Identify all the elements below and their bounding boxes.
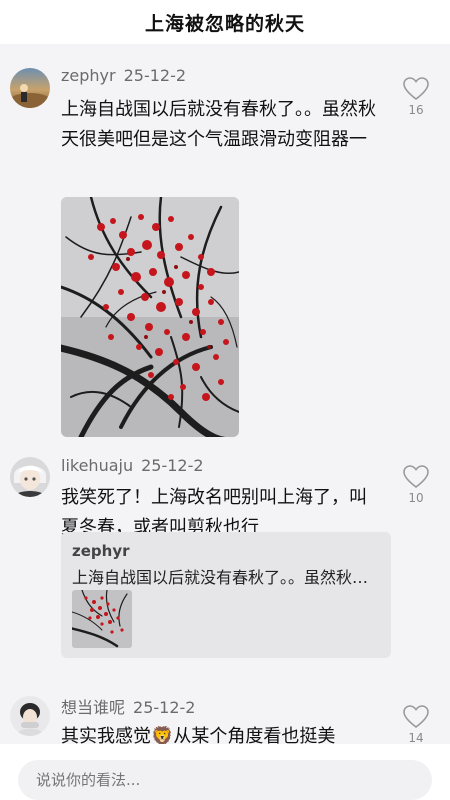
username[interactable]: 想当谁呢 [61,698,125,717]
avatar[interactable] [10,68,50,108]
avatar[interactable] [10,457,50,497]
comment-item: 想当谁呢 25-12-2 其实我感觉🦁从某个角度看也挺美 14 [0,694,450,744]
comment-text: 上海自战国以后就没有春秋了。。虽然秋天很美吧但是这个气温跟滑动变阻器一样，每天都… [61,99,376,150]
comment-date: 25-12-2 [133,698,196,717]
comment-meta: likehuaju 25-12-2 [61,456,204,475]
heart-icon [403,705,429,729]
comment-item: zephyr 25-12-2 上海自战国以后就没有春秋了。。虽然秋天很美吧但是这个… [0,44,450,444]
comment-meta: zephyr 25-12-2 [61,66,186,85]
quoted-text: 上海自战国以后就没有春秋了。。虽然秋天很美吧但是这个气温跟滑动变阻器一样 [72,568,382,587]
comment-meta: 想当谁呢 25-12-2 [61,694,195,718]
comment-text-part: 从某个角度看也挺美 [173,726,336,744]
comment-feed[interactable]: zephyr 25-12-2 上海自战国以后就没有春秋了。。虽然秋天很美吧但是这个… [0,44,450,744]
comment-input[interactable] [18,760,432,800]
comment-item: likehuaju 25-12-2 我笑死了！上海改名吧别叫上海了，叫夏冬春，或者… [0,444,450,694]
heart-icon [403,465,429,489]
avatar[interactable] [10,696,50,736]
username[interactable]: likehuaju [61,456,133,475]
comment-text-part: 其实我感觉 [61,726,151,744]
comment-date: 25-12-2 [141,456,204,475]
page-title: 上海被忽略的秋天 [144,12,305,35]
like-button[interactable]: 10 [400,465,432,505]
comment-date: 25-12-2 [123,66,187,85]
page-header: 上海被忽略的秋天 [0,0,450,44]
heart-icon [403,77,429,101]
like-count: 14 [408,731,424,744]
comment-text: 其实我感觉🦁从某个角度看也挺美 [61,722,381,744]
lion-emoji-icon: 🦁 [151,726,174,744]
quoted-comment[interactable]: zephyr 上海自战国以后就没有春秋了。。虽然秋天很美吧但是这个气温跟滑动变阻… [61,532,391,658]
like-count: 10 [408,491,424,505]
like-button[interactable]: 16 [400,77,432,117]
comment-photo[interactable] [61,197,239,437]
like-button[interactable]: 14 [400,705,432,744]
quoted-username: zephyr [72,542,130,560]
like-count: 16 [408,103,424,117]
comment-input-bar [0,744,450,800]
quoted-photo-thumbnail[interactable] [72,590,132,648]
username[interactable]: zephyr [61,66,116,85]
